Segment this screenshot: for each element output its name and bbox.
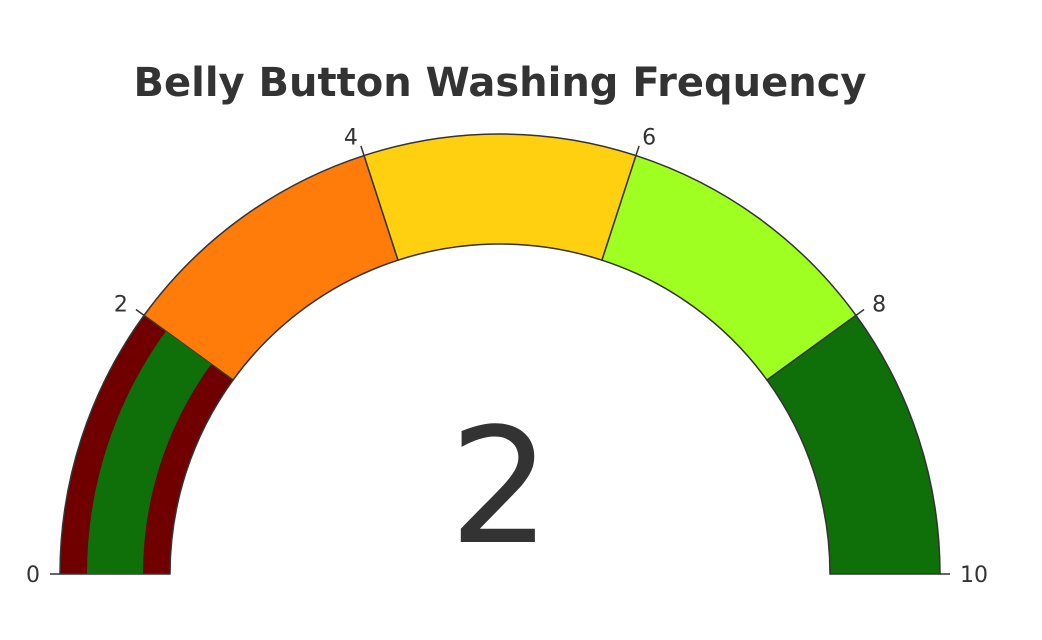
gauge-tick-mark: [855, 308, 865, 316]
gauge-chart: Belly Button Washing Frequency 0 2 4 6 8 10 2: [26, 60, 988, 588]
gauge-tick-label: 4: [344, 126, 358, 151]
gauge-tick-label: 10: [960, 563, 988, 588]
gauge-tick-label: 8: [872, 293, 886, 318]
gauge-tick-label: 0: [26, 563, 40, 588]
gauge-tick-mark: [360, 145, 365, 156]
gauge-tick-label: 2: [114, 293, 128, 318]
gauge-tick-label: 6: [642, 126, 656, 151]
gauge-tick-mark: [135, 308, 145, 316]
gauge-value-number: 2: [449, 393, 551, 580]
gauge-tick-mark: [635, 145, 640, 156]
gauge-step-3: [363, 133, 637, 262]
chart-title: Belly Button Washing Frequency: [134, 60, 867, 106]
